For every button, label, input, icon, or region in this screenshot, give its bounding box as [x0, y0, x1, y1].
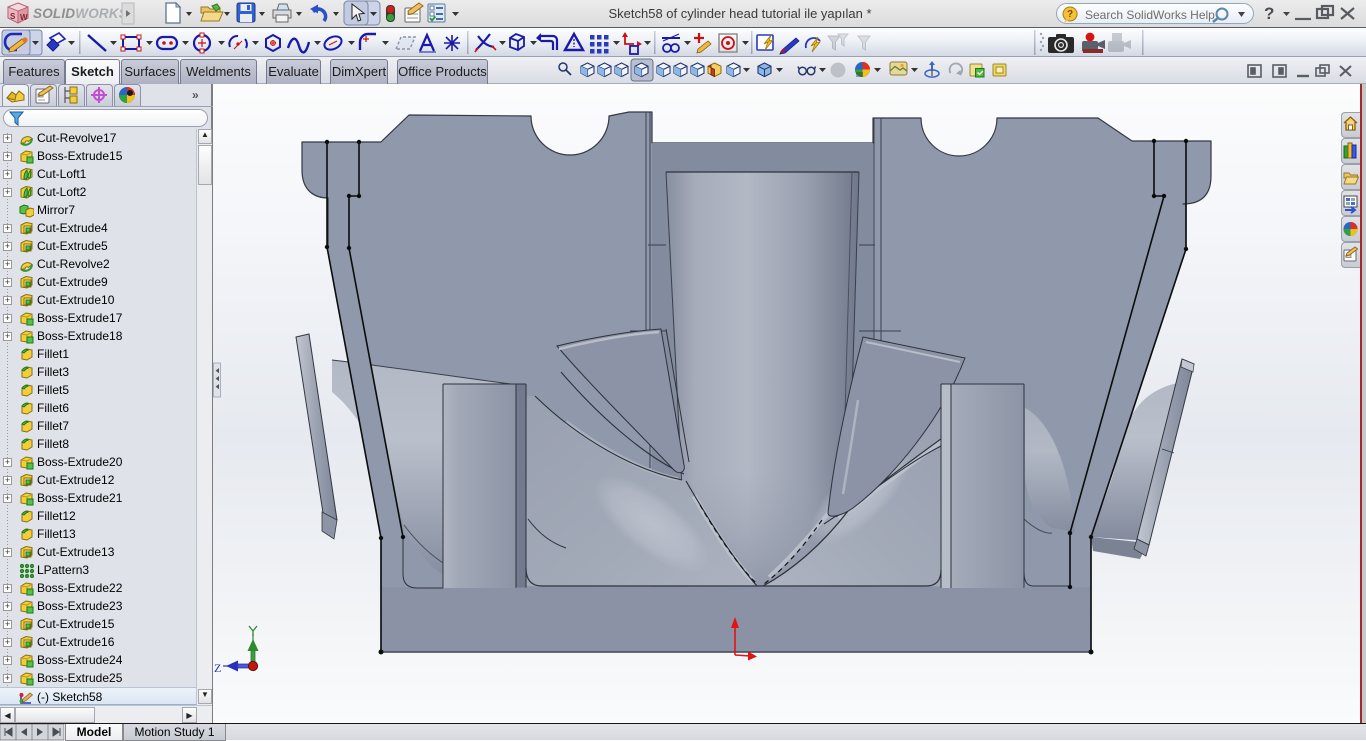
- svg-text:W: W: [20, 13, 28, 22]
- svg-text:SOLIDWORKS: SOLIDWORKS: [33, 6, 128, 21]
- svg-text:Z: Z: [214, 661, 221, 675]
- svg-text:S: S: [10, 12, 16, 21]
